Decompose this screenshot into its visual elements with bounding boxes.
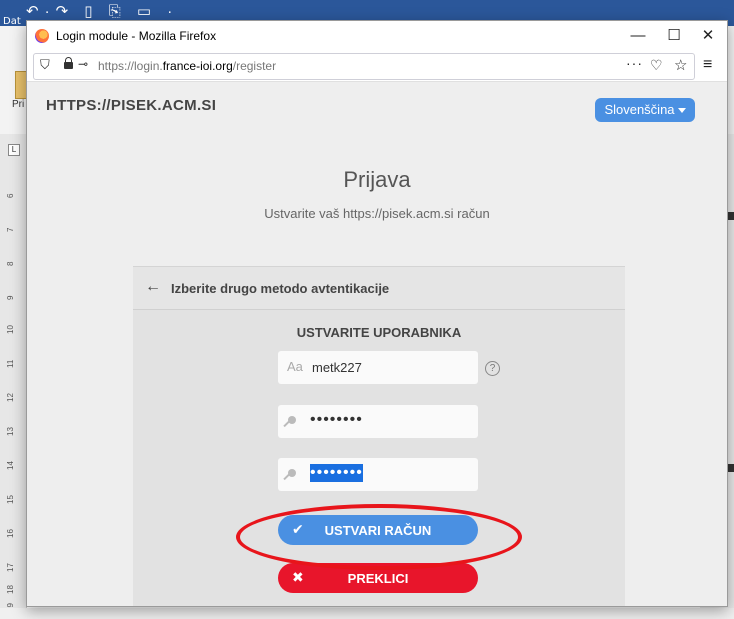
ruler-number: 15 <box>6 495 15 504</box>
ruler-number: 9 <box>6 295 15 300</box>
close-icon[interactable]: ✕ <box>693 25 723 47</box>
form-title: USTVARITE UPORABNIKA <box>296 325 462 340</box>
minimize-icon[interactable]: — <box>623 25 653 47</box>
lock-icon[interactable] <box>64 57 73 69</box>
language-label: Slovenščina <box>604 102 675 117</box>
menu-icon[interactable]: ≡ <box>703 56 712 74</box>
password-confirm-value: •••••••• <box>310 464 363 482</box>
word-statusbar <box>0 608 734 619</box>
ruler-number: 8 <box>6 261 15 266</box>
page-heading: Prijava <box>343 167 411 192</box>
ruler-number: 13 <box>6 427 15 436</box>
ruler-number: 12 <box>6 393 15 402</box>
vertical-ruler: L 6 7 8 9 10 11 12 13 14 15 16 17 18 19 <box>0 134 27 619</box>
word-quick-access-toolbar[interactable]: ↶·↷ ▯ ⎘ ▭ · <box>26 2 178 20</box>
back-link-label: Izberite drugo metodo avtentikacije <box>171 281 390 296</box>
language-dropdown[interactable]: Slovenščina <box>595 98 695 122</box>
url-prefix: https://login. <box>98 59 163 73</box>
cancel-button[interactable]: ✖ PREKLICI <box>278 563 478 593</box>
navigation-bar: ⛉ ⊸ https://login.france-ioi.org/registe… <box>27 51 727 82</box>
ruler-number: 18 <box>6 585 15 594</box>
firefox-logo-icon <box>35 29 49 43</box>
register-card: ← Izberite drugo metodo avtentikacije US… <box>133 266 625 606</box>
firefox-window: Login module - Mozilla Firefox — ☐ ✕ ⛉ ⊸… <box>26 20 728 607</box>
url-bar[interactable]: ⛉ ⊸ https://login.france-ioi.org/registe… <box>33 53 695 80</box>
help-icon[interactable]: ? <box>485 361 500 376</box>
page-actions-button[interactable]: ··· <box>626 55 643 71</box>
cancel-label: PREKLICI <box>347 571 409 586</box>
caret-down-icon <box>677 108 686 114</box>
pane-marker <box>728 464 734 472</box>
url-domain: france-ioi.org <box>162 59 233 73</box>
back-link[interactable]: ← Izberite drugo metodo avtentikacije <box>133 267 625 310</box>
site-title[interactable]: HTTPS://PISEK.ACM.SI <box>46 97 216 114</box>
firefox-titlebar: Login module - Mozilla Firefox — ☐ ✕ <box>27 21 727 51</box>
url-text[interactable]: https://login.france-ioi.org/register <box>98 59 276 73</box>
password-value: •••••••• <box>310 411 363 428</box>
text-format-icon: Aa <box>287 359 303 374</box>
ruler-number: 17 <box>6 563 15 572</box>
star-icon[interactable]: ☆ <box>674 56 687 74</box>
create-account-label: USTVARI RAČUN <box>324 523 432 538</box>
window-title: Login module - Mozilla Firefox <box>56 29 217 43</box>
page-content: HTTPS://PISEK.ACM.SI Slovenščina Prijava… <box>27 82 727 606</box>
password-field[interactable]: •••••••• <box>278 405 478 438</box>
ruler-number: 11 <box>6 359 15 368</box>
ruler-number: 6 <box>6 193 15 198</box>
key-icon <box>288 416 296 424</box>
create-account-button[interactable]: ✔ USTVARI RAČUN <box>278 515 478 545</box>
shield-icon[interactable]: ⛉ <box>40 57 50 73</box>
page-subheading: Ustvarite vaš https://pisek.acm.si račun <box>264 206 490 221</box>
word-ribbon-fragment: Pri <box>12 99 25 110</box>
ruler-number: 7 <box>6 227 15 232</box>
key-icon <box>288 469 296 477</box>
ruler-number: 14 <box>6 461 15 470</box>
pocket-icon[interactable]: ♡ <box>650 57 663 74</box>
pane-marker <box>728 212 734 220</box>
password-confirm-field[interactable]: •••••••• <box>278 458 478 491</box>
ruler-number: 16 <box>6 529 15 538</box>
username-field[interactable]: Aa metk227 <box>278 351 478 384</box>
username-value: metk227 <box>312 360 362 375</box>
url-path: /register <box>232 59 277 73</box>
key-icon[interactable]: ⊸ <box>78 57 88 71</box>
maximize-icon[interactable]: ☐ <box>659 25 689 47</box>
arrow-left-icon: ← <box>145 278 161 295</box>
tab-stop-selector[interactable]: L <box>8 144 20 156</box>
ruler-number: 10 <box>6 325 15 334</box>
